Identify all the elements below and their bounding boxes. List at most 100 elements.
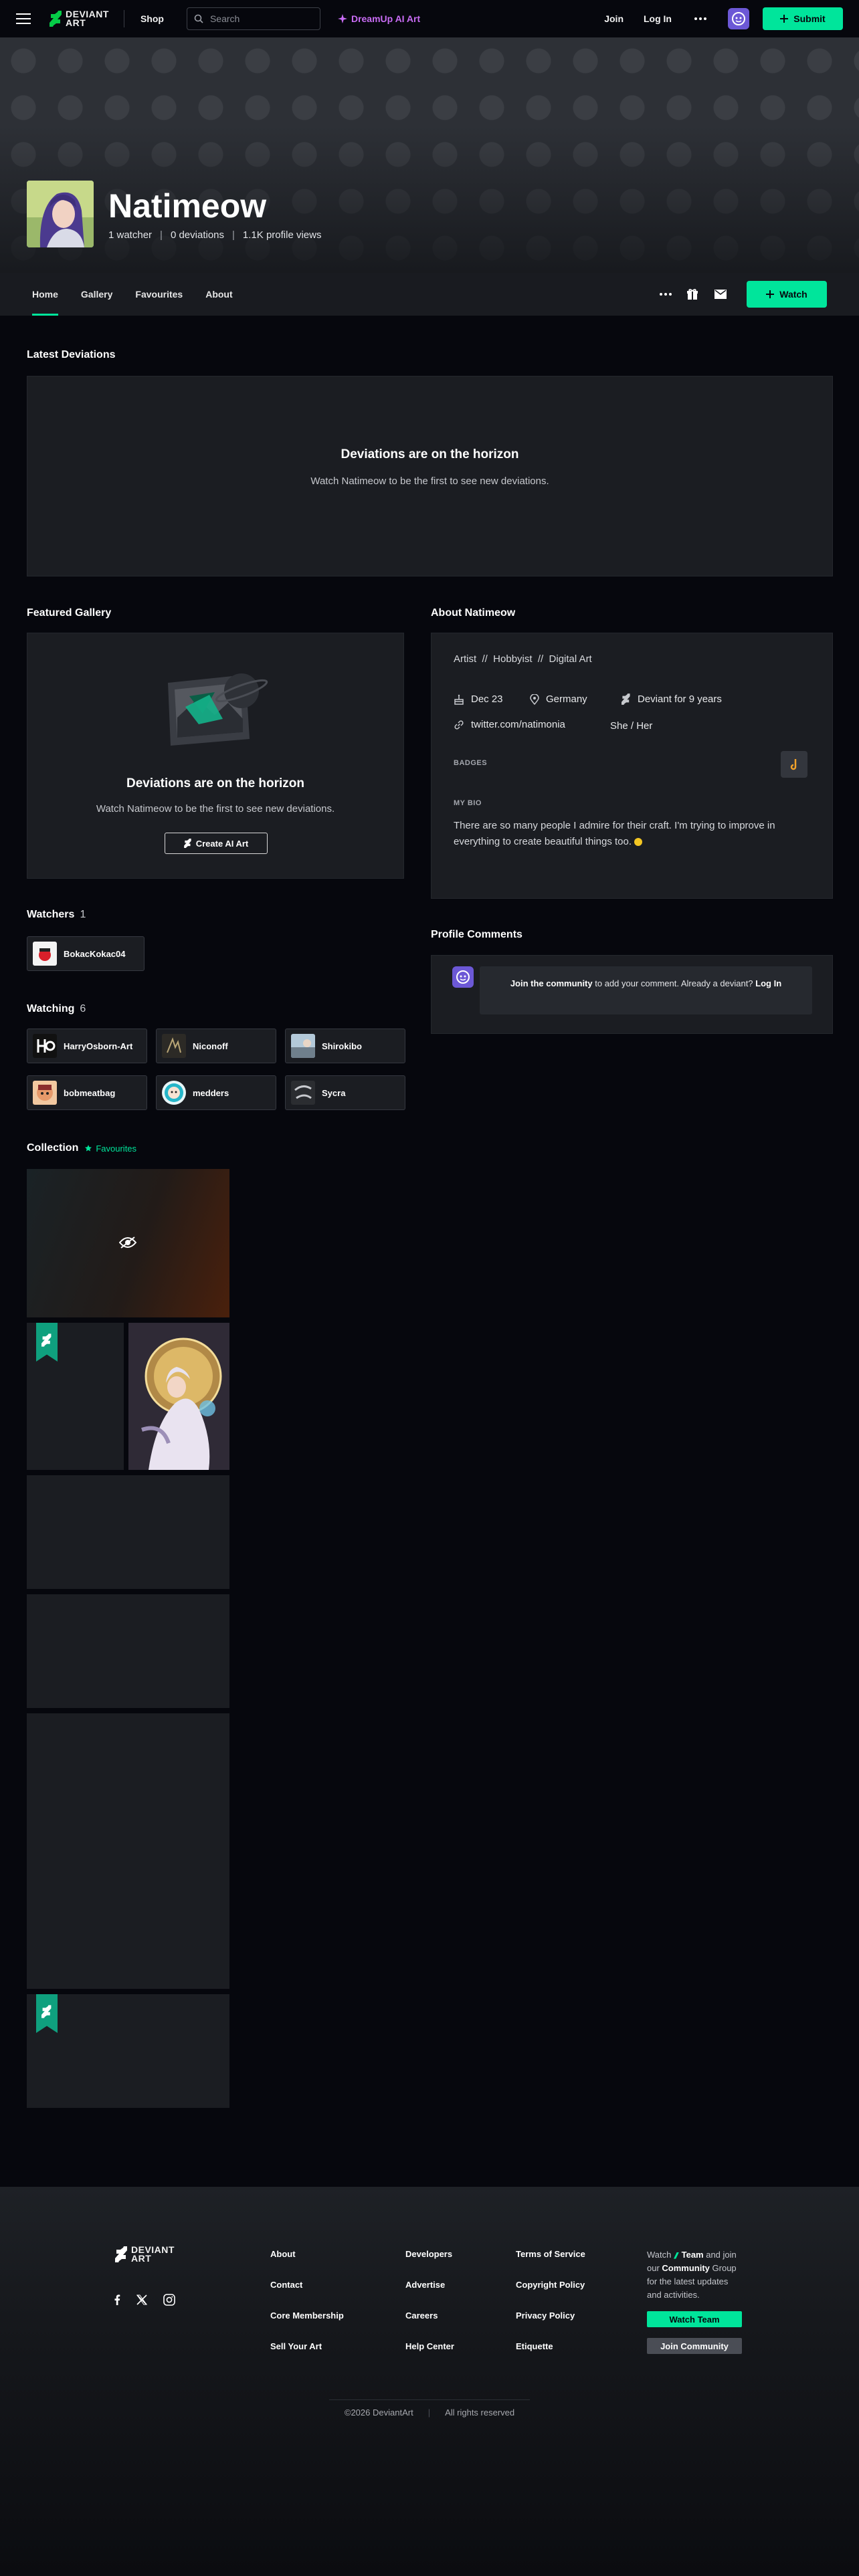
cake-icon (454, 694, 464, 705)
facebook-icon[interactable] (114, 2294, 120, 2305)
x-twitter-icon[interactable] (136, 2294, 147, 2305)
watching-count: 6 (80, 1003, 86, 1014)
favourites-link[interactable]: Favourites (96, 1144, 136, 1154)
footer-link-contact[interactable]: Contact (270, 2280, 344, 2290)
user-avatar[interactable] (728, 8, 749, 29)
more-options-icon[interactable] (660, 293, 672, 296)
footer-link-etiquette[interactable]: Etiquette (516, 2341, 585, 2351)
rights-text: All rights reserved (445, 2407, 515, 2418)
user-name: HarryOsborn-Art (64, 1041, 133, 1051)
footer-community-blurb: Watch Team and join our Community Group … (647, 2248, 745, 2302)
mail-icon[interactable] (713, 287, 728, 302)
collection-item-mature[interactable] (27, 1169, 229, 1317)
collection-item[interactable] (27, 1323, 124, 1470)
login-link[interactable]: Log In (755, 978, 781, 988)
user-name: BokacKokac04 (64, 948, 126, 959)
profile-tabs: Home Gallery Favourites About Watch (0, 273, 859, 316)
tab-home[interactable]: Home (32, 273, 58, 316)
footer-logo[interactable]: DEVIANT ART (115, 2245, 175, 2263)
watch-button[interactable]: Watch (747, 281, 827, 308)
featured-empty-title: Deviations are on the horizon (126, 776, 305, 790)
location-value: Germany (546, 693, 587, 705)
star-icon (85, 1145, 92, 1152)
featured-gallery-heading: Featured Gallery (27, 607, 112, 619)
copyright-separator: | (427, 2407, 431, 2418)
footer-link-developers[interactable]: Developers (405, 2249, 454, 2259)
user-card[interactable]: Sycra (285, 1075, 405, 1110)
website[interactable]: twitter.com/natimonia (454, 719, 565, 730)
watchers-title: Watchers (27, 909, 75, 920)
join-community-button[interactable]: Join Community (647, 2338, 742, 2354)
collection-item[interactable] (27, 1994, 229, 2108)
user-name: Sycra (322, 1087, 346, 1098)
tab-about[interactable]: About (205, 273, 232, 316)
footer-link-privacy-policy[interactable]: Privacy Policy (516, 2311, 585, 2321)
collection-artwork-image (128, 1323, 229, 1470)
sparkle-icon (337, 14, 347, 23)
blurb-community[interactable]: Community (662, 2263, 710, 2273)
about-heading: About Natimeow (431, 607, 516, 619)
profile-views: 1.1K profile views (242, 229, 322, 241)
watchers-count: 1 (80, 909, 86, 920)
emoji-icon (634, 838, 643, 847)
footer-divider (329, 2399, 530, 2400)
submit-button[interactable]: Submit (763, 7, 843, 30)
footer-link-copyright-policy[interactable]: Copyright Policy (516, 2280, 585, 2290)
user-card[interactable]: Niconoff (156, 1029, 276, 1063)
footer-link-help-center[interactable]: Help Center (405, 2341, 454, 2351)
user-card[interactable]: bobmeatbag (27, 1075, 147, 1110)
user-card[interactable]: BokacKokac04 (27, 936, 145, 971)
user-card[interactable]: HarryOsborn-Art (27, 1029, 147, 1063)
dreamup-link[interactable]: DreamUp AI Art (337, 13, 420, 24)
user-card[interactable]: medders (156, 1075, 276, 1110)
deviantart-logo-icon (622, 693, 630, 705)
watcher-count[interactable]: 1 watcher (108, 229, 152, 241)
latest-empty-subtitle: Watch Natimeow to be the first to see ne… (310, 475, 549, 487)
footer-link-careers[interactable]: Careers (405, 2311, 454, 2321)
comment-prompt: Join the community to add your comment. … (480, 966, 812, 1014)
collection-item[interactable] (27, 1713, 229, 1989)
watchers-heading: Watchers 1 (27, 909, 86, 921)
join-link[interactable]: Join (604, 13, 624, 24)
collection-item-artwork[interactable] (128, 1323, 229, 1470)
deviation-count[interactable]: 0 deviations (171, 229, 224, 241)
footer-link-core-membership[interactable]: Core Membership (270, 2311, 344, 2321)
profile-comments-panel: Join the community to add your comment. … (431, 955, 833, 1034)
login-link[interactable]: Log In (644, 13, 672, 24)
create-ai-art-button[interactable]: Create AI Art (165, 833, 268, 854)
search-input[interactable]: Search (186, 7, 320, 30)
collection-item[interactable] (27, 1594, 229, 1708)
empty-gallery-illustration (163, 664, 270, 751)
plus-icon (766, 290, 775, 298)
tab-gallery[interactable]: Gallery (81, 273, 112, 316)
about-panel: Artist // Hobbyist // Digital Art Dec 23… (431, 633, 833, 899)
user-card[interactable]: Shirokibo (285, 1029, 405, 1063)
plus-icon (780, 15, 789, 23)
blurb-team[interactable]: Team (682, 2250, 704, 2260)
tab-favourites[interactable]: Favourites (135, 273, 183, 316)
pronouns: She / Her (610, 720, 652, 732)
footer: DEVIANT ART About Contact Core Membership… (0, 2187, 859, 2576)
user-avatar (33, 1081, 57, 1105)
badge-icon[interactable] (781, 751, 807, 778)
watch-team-button[interactable]: Watch Team (647, 2311, 742, 2327)
link-icon (454, 720, 464, 730)
gift-icon[interactable] (685, 287, 700, 302)
footer-link-sell-your-art[interactable]: Sell Your Art (270, 2341, 344, 2351)
footer-link-advertise[interactable]: Advertise (405, 2280, 454, 2290)
user-name: medders (193, 1087, 229, 1098)
shop-link[interactable]: Shop (140, 13, 164, 24)
profile-header: Natimeow 1 watcher | 0 deviations | 1.1K p… (27, 181, 321, 247)
profile-avatar[interactable] (27, 181, 94, 247)
more-icon[interactable] (694, 17, 706, 20)
deviantart-logo[interactable]: DEVIANT ART (50, 9, 109, 27)
profile-comments-heading: Profile Comments (431, 929, 522, 940)
join-community-link[interactable]: Join the community (510, 978, 593, 988)
website-value[interactable]: twitter.com/natimonia (471, 719, 565, 730)
footer-link-about[interactable]: About (270, 2249, 344, 2259)
collection-item[interactable] (27, 1475, 229, 1589)
footer-link-terms[interactable]: Terms of Service (516, 2249, 585, 2259)
instagram-icon[interactable] (163, 2294, 175, 2306)
menu-icon[interactable] (16, 13, 31, 24)
watching-heading: Watching 6 (27, 1003, 86, 1015)
